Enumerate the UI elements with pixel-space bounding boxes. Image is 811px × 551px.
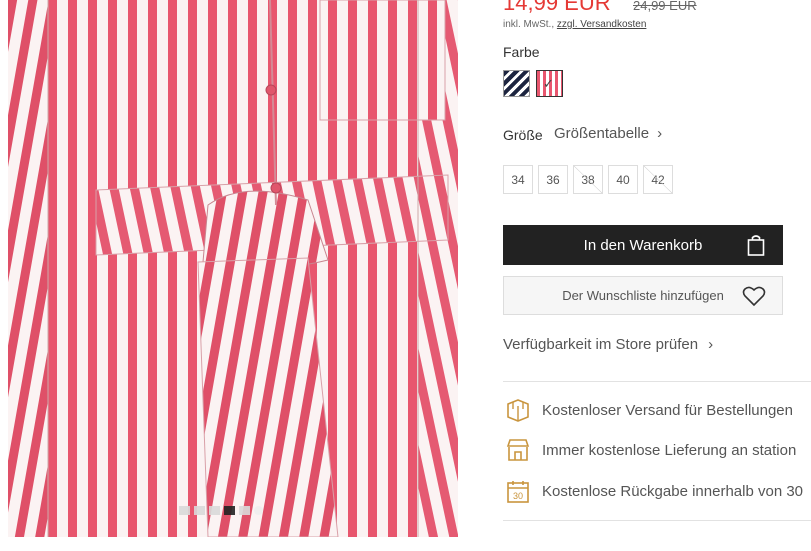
size-label: Größe [503,127,543,143]
shopping-bag-icon [747,234,765,260]
svg-text:30: 30 [513,491,523,501]
tax-note-text: inkl. MwSt., [503,19,555,30]
divider [503,520,811,521]
price-block: 14,99 EUR 24,99 EUR [503,0,697,15]
size-chart-label: Größentabelle [554,125,650,142]
divider [503,381,811,382]
tax-note: inkl. MwSt., zzgl. Versandkosten [503,19,646,30]
size-option-34[interactable]: 34 [503,165,533,194]
heart-icon [742,285,766,310]
gallery-dot[interactable] [179,506,190,515]
box-icon [506,398,530,426]
add-to-cart-label: In den Warenkorb [583,236,703,254]
benefit-text: Kostenlose Rückgabe innerhalb von 30 [542,483,804,500]
gallery-dot[interactable] [209,506,220,515]
color-swatch-navy-stripe[interactable] [503,70,530,97]
chevron-right-icon: › [657,125,663,142]
size-chart-link[interactable]: Größentabelle › [554,125,662,142]
gallery-dot[interactable] [194,506,205,515]
shirt-dress-illustration [8,0,458,537]
size-option-40[interactable]: 40 [608,165,638,194]
color-swatch-pink-stripe[interactable]: ✓ [536,70,563,97]
color-label: Farbe [503,44,540,60]
benefit-text: Immer kostenlose Lieferung an station [542,442,797,459]
store-icon [506,438,530,466]
size-option-42-unavailable[interactable]: 42 [643,165,673,194]
size-option-38-unavailable[interactable]: 38 [573,165,603,194]
gallery-dot-active[interactable] [224,506,235,515]
old-price: 24,99 EUR [633,0,697,13]
product-image[interactable] [8,0,458,537]
chevron-right-icon: › [708,336,714,353]
size-option-36[interactable]: 36 [538,165,568,194]
color-swatches: ✓ [503,70,563,97]
wishlist-label: Der Wunschliste hinzufügen [562,288,724,303]
add-to-cart-button[interactable]: In den Warenkorb [503,225,783,265]
calendar-30-icon: 30 [506,479,530,507]
gallery-dot[interactable] [254,506,263,515]
wishlist-button[interactable]: Der Wunschliste hinzufügen [503,276,783,315]
checkmark-icon: ✓ [543,76,554,91]
current-price: 14,99 EUR [503,0,611,15]
store-availability-link[interactable]: Verfügbarkeit im Store prüfen › [503,336,713,353]
shipping-cost-link[interactable]: zzgl. Versandkosten [557,19,647,30]
benefit-text: Kostenloser Versand für Bestellungen [542,402,793,419]
size-options: 34 36 38 40 42 [503,165,673,194]
store-availability-label: Verfügbarkeit im Store prüfen [503,336,699,353]
gallery-pagination [179,506,263,515]
gallery-dot[interactable] [239,506,250,515]
